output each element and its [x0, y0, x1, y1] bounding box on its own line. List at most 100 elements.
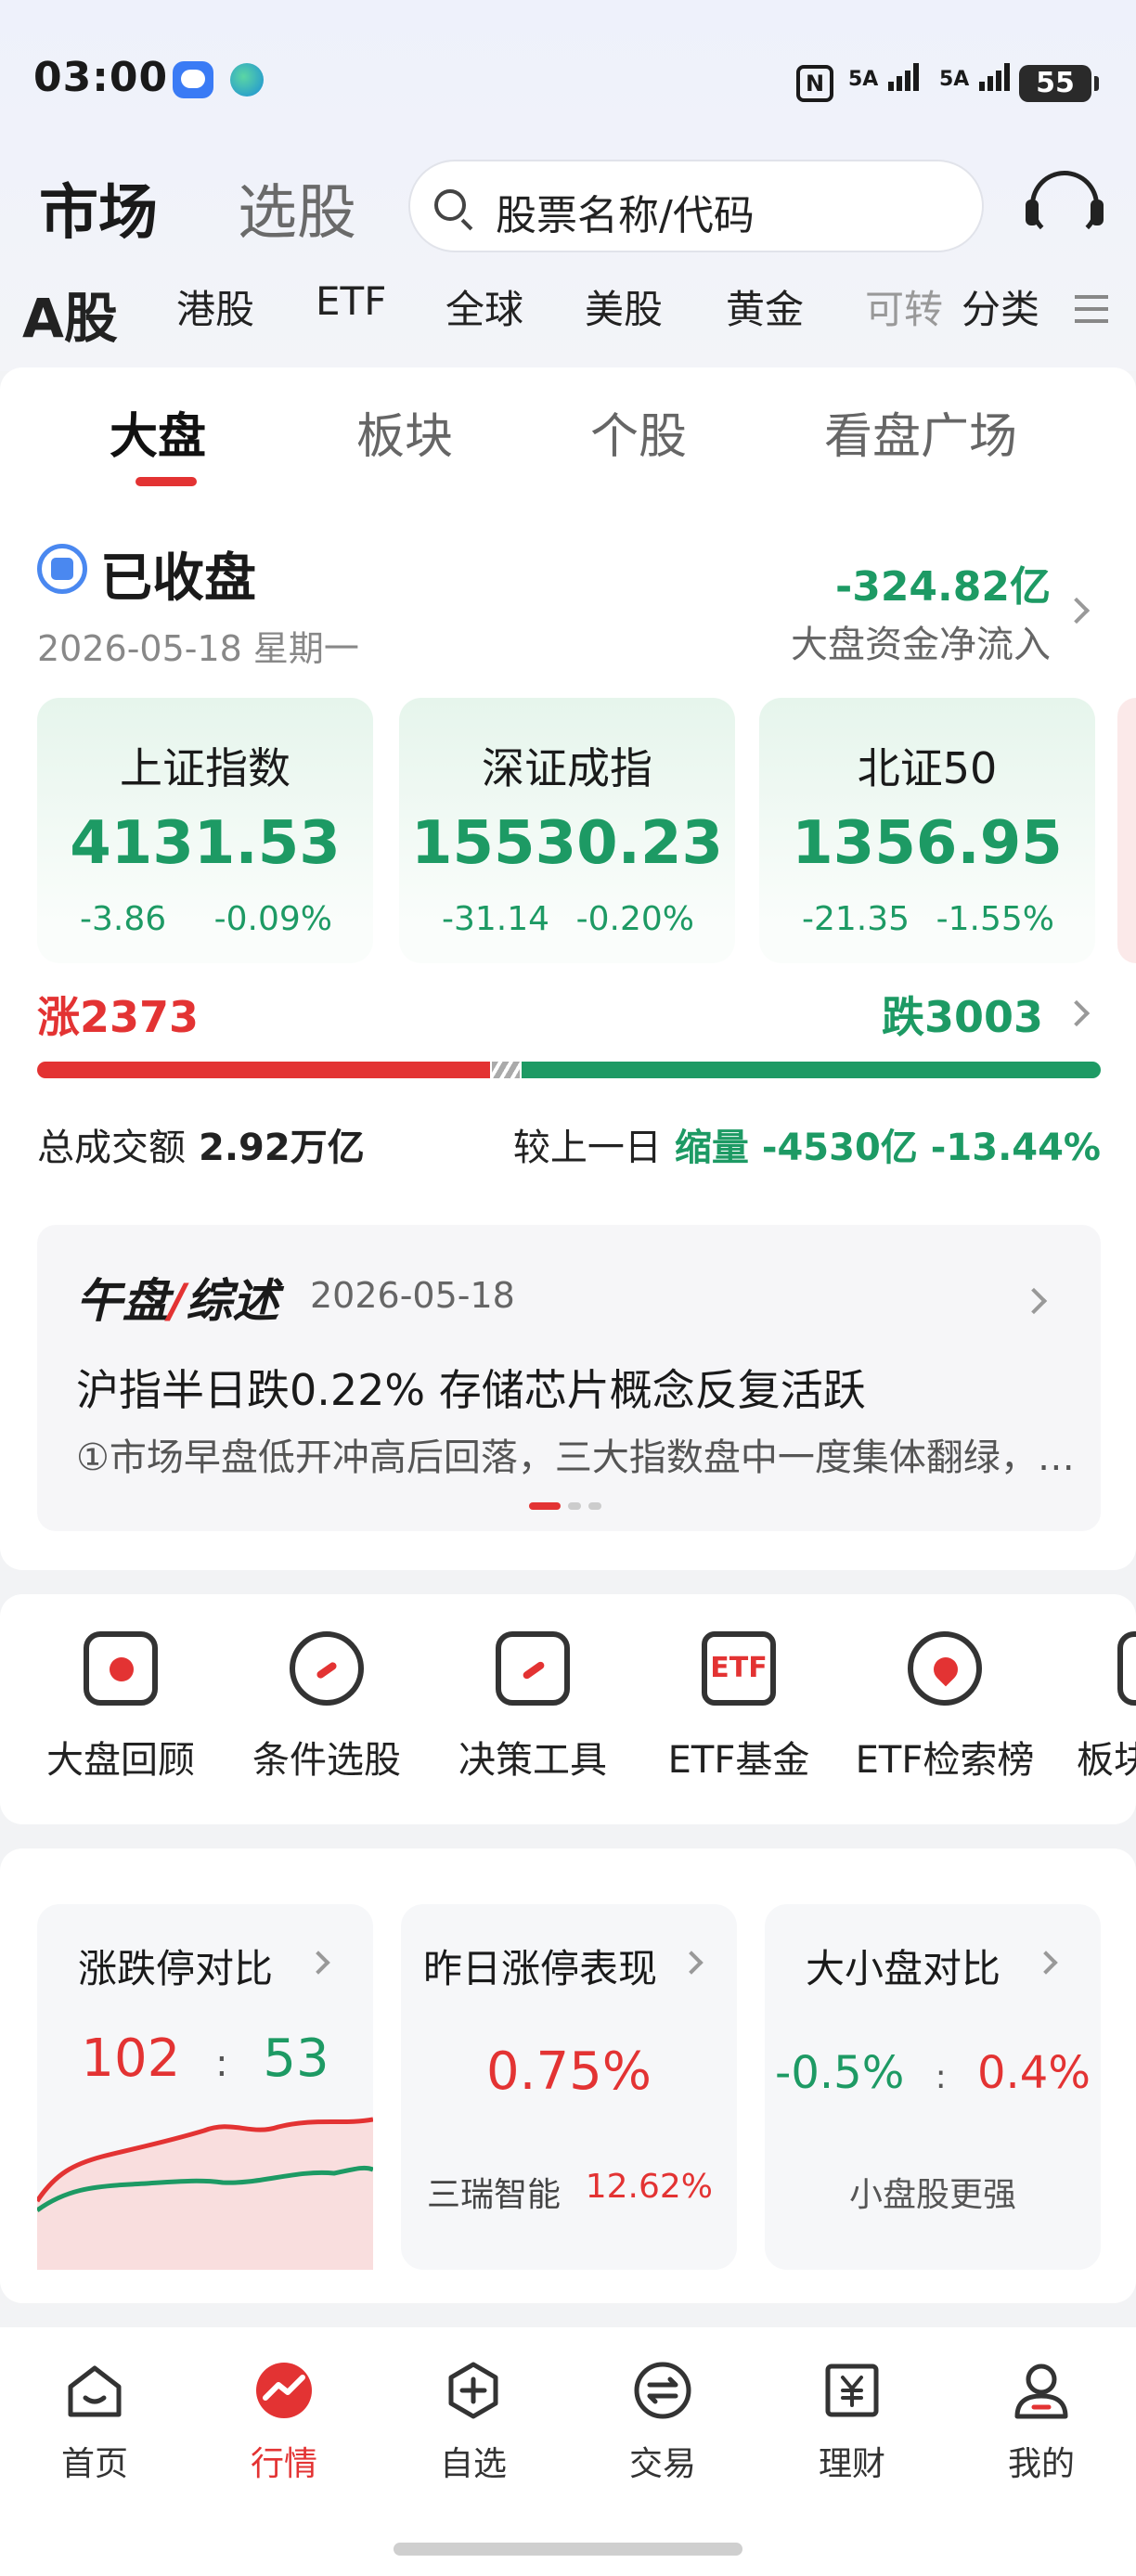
session-status: 已收盘: [100, 548, 256, 609]
index-name: 深证成指: [482, 743, 652, 793]
market-tab-hk[interactable]: 港股: [176, 278, 254, 335]
small-cap-value: 0.4%: [976, 2047, 1091, 2099]
net-flow-value[interactable]: -324.82亿: [835, 553, 1051, 612]
cap-compare-card[interactable]: 大小盘对比 -0.5% : 0.4% 小盘股更强: [765, 1904, 1101, 2270]
index-percent: -0.20%: [575, 900, 694, 938]
decliners-label: 跌: [881, 992, 924, 1042]
tool-label: 决策工具: [458, 1739, 607, 1782]
yesterday-limit-value: 0.75%: [486, 2041, 652, 2102]
flame-badge-icon: [908, 1631, 982, 1706]
wealth-icon: [822, 2361, 882, 2420]
decliners[interactable]: 跌3003: [882, 984, 1043, 1045]
limit-ratio: 102 : 53: [37, 2029, 373, 2089]
profile-icon: [1012, 2361, 1071, 2420]
index-price: 1356.95: [792, 809, 1063, 878]
limit-up-area: [37, 2119, 373, 2270]
tab-market[interactable]: 市场: [39, 165, 158, 251]
advancers-label: 涨: [37, 992, 80, 1042]
nav-wealth[interactable]: 理财: [757, 2361, 947, 2485]
tool-condition-picker[interactable]: 条件选股: [225, 1631, 429, 1784]
news-card[interactable]: 午盘/综述 2026-05-18 沪指半日跌0.22% 存储芯片概念反复活跃 ①…: [37, 1225, 1101, 1531]
compare-value: -4530亿: [761, 1127, 918, 1169]
cap-note: 小盘股更强: [848, 2176, 1016, 2214]
signal-bars-icon: [885, 63, 920, 91]
turnover-compare: 较上一日 缩量 -4530亿 -13.44%: [513, 1117, 1101, 1171]
nav-label: 交易: [628, 2445, 696, 2483]
compare-label: 较上一日: [512, 1127, 662, 1169]
tool-market-review[interactable]: 大盘回顾: [19, 1631, 223, 1784]
index-name: 上证指数: [120, 743, 290, 793]
nav-label: 首页: [60, 2445, 128, 2483]
market-tab-etf[interactable]: ETF: [316, 278, 386, 324]
index-card-next[interactable]: [1117, 698, 1136, 963]
limit-down-count: 53: [263, 2029, 329, 2089]
chevron-right-icon[interactable]: [1020, 1287, 1048, 1315]
sim2-label: 5A: [939, 68, 970, 91]
gesture-bar[interactable]: [394, 2543, 742, 2556]
large-cap-value: -0.5%: [775, 2047, 905, 2099]
nav-home[interactable]: 首页: [0, 2361, 189, 2485]
index-percent: -0.09%: [213, 900, 332, 938]
net-flow-label[interactable]: 大盘资金净流入: [791, 614, 1051, 668]
index-change: -3.86: [80, 900, 167, 938]
news-date: 2026-05-18: [310, 1275, 515, 1316]
tool-etf-fund[interactable]: ETF ETF基金: [637, 1631, 841, 1784]
app-notification-icon: [230, 63, 264, 97]
index-card-shanghai[interactable]: 上证指数 4131.53 -3.86 -0.09%: [37, 698, 373, 963]
battery-icon: 55: [1019, 65, 1099, 102]
index-price: 4131.53: [70, 809, 341, 878]
tool-label: 大盘回顾: [46, 1739, 195, 1782]
limit-trend-chart: [37, 2117, 373, 2270]
tool-label: 条件选股: [252, 1739, 401, 1782]
card-title: 涨跌停对比: [78, 1946, 274, 1991]
turnover-value: 2.92万亿: [199, 1127, 365, 1169]
index-card-beijing50[interactable]: 北证50 1356.95 -21.35 -1.55%: [759, 698, 1095, 963]
search-icon: [434, 189, 466, 221]
index-change: -31.14: [442, 900, 550, 938]
market-tab-global[interactable]: 全球: [445, 278, 523, 335]
market-tab-convertible[interactable]: 可转: [865, 278, 943, 335]
nav-trade[interactable]: 交易: [568, 2361, 757, 2485]
cap-ratio: -0.5% : 0.4%: [765, 2047, 1101, 2099]
tool-label: ETF基金: [667, 1739, 810, 1782]
subtab-sectors[interactable]: 板块: [356, 397, 453, 467]
ratio-separator: :: [935, 2058, 947, 2096]
advancers[interactable]: 涨2373: [37, 984, 199, 1045]
decliners-bar: [522, 1062, 1101, 1078]
index-card-shenzhen[interactable]: 深证成指 15530.23 -31.14 -0.20%: [399, 698, 735, 963]
carousel-dots: [529, 1496, 609, 1513]
logo-part-a: 午盘: [76, 1274, 169, 1328]
signal-sim2: 5A: [939, 63, 1011, 91]
market-tab-category[interactable]: 分类: [962, 278, 1039, 335]
nav-watchlist[interactable]: 自选: [379, 2361, 568, 2485]
home-icon: [65, 2361, 124, 2420]
nav-market[interactable]: 行情: [189, 2361, 379, 2485]
tool-decision[interactable]: 决策工具: [431, 1631, 635, 1784]
market-trend-icon: [254, 2361, 314, 2420]
index-name: 北证50: [857, 743, 998, 793]
flat-bar: [492, 1062, 520, 1078]
card-title: 大小盘对比: [806, 1946, 1001, 1991]
yesterday-limit-card[interactable]: 昨日涨停表现 0.75% 三瑞智能 12.62%: [401, 1904, 737, 2270]
tool-etf-rank[interactable]: ETF检索榜: [843, 1631, 1047, 1784]
subtab-square[interactable]: 看盘广场: [824, 397, 1017, 467]
menu-icon[interactable]: [1075, 295, 1108, 323]
tab-stock-picker[interactable]: 选股: [238, 165, 356, 251]
market-closed-icon: [37, 544, 87, 594]
trend-bubble-icon: [290, 1631, 364, 1706]
ratio-separator: :: [215, 2042, 228, 2085]
limit-compare-card[interactable]: 涨跌停对比 102 : 53: [37, 1904, 373, 2270]
tool-sector[interactable]: 板块: [1043, 1631, 1136, 1784]
logo-part-b: 综述: [186, 1274, 279, 1328]
market-tab-gold[interactable]: 黄金: [726, 278, 804, 335]
customer-service-icon[interactable]: [1026, 171, 1104, 239]
nav-profile[interactable]: 我的: [947, 2361, 1136, 2485]
market-tab-us[interactable]: 美股: [585, 278, 663, 335]
search-input[interactable]: 股票名称/代码: [408, 160, 984, 252]
midday-review-logo: 午盘/综述: [76, 1264, 278, 1331]
card-title: 昨日涨停表现: [423, 1946, 658, 1991]
subtab-active-indicator: [136, 477, 197, 486]
market-tab-a-shares[interactable]: A股: [22, 275, 118, 353]
subtab-overview[interactable]: 大盘: [110, 397, 206, 467]
subtab-stocks[interactable]: 个股: [590, 397, 687, 467]
